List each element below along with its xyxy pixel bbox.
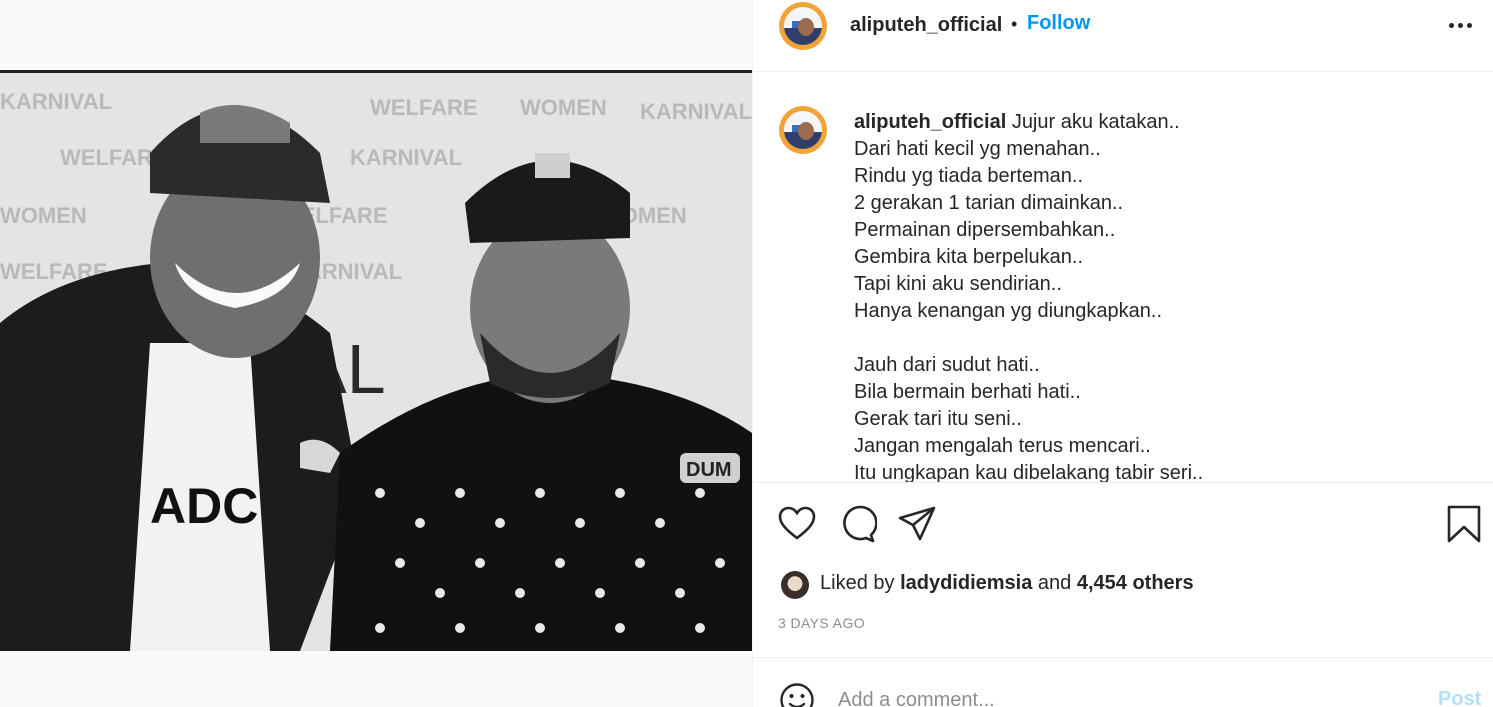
liker-avatar[interactable] <box>781 571 809 599</box>
caption-line: Dari hati kecil yg menahan.. <box>854 138 1101 160</box>
backdrop-logo: WOMEN <box>0 203 87 228</box>
caption-line: Gembira kita berpelukan.. <box>854 246 1084 268</box>
post-sidebar: aliputeh_official • Follow aliputeh_offi… <box>752 0 1493 707</box>
media-pane: KARNIVAL WELFARE WOMEN KARNIVAL WELFARE … <box>0 0 752 707</box>
author-username[interactable]: aliputeh_official <box>850 14 1002 37</box>
action-bar <box>753 482 1493 562</box>
follow-button[interactable]: Follow <box>1027 12 1090 35</box>
caption-line: aliputeh_official Jujur aku katakan.. <box>854 109 1454 136</box>
likes-conjunction: and <box>1037 572 1072 594</box>
heart-icon[interactable] <box>777 504 817 544</box>
caption-line: Permainan dipersembahkan.. <box>854 219 1116 241</box>
comment-input[interactable] <box>838 686 1398 707</box>
caption-line: Bila bermain berhati hati.. <box>854 381 1081 403</box>
caption-area: aliputeh_official Jujur aku katakan.. Da… <box>753 73 1493 482</box>
post-timestamp[interactable]: 3 DAYS AGO <box>778 615 865 631</box>
caption-line: Tapi kini aku sendirian.. <box>854 273 1062 295</box>
shirt-print: ADC <box>150 478 258 534</box>
caption-line: Itu ungkapan kau dibelakang tabir seri.. <box>854 462 1204 482</box>
bookmark-icon[interactable] <box>1444 504 1484 544</box>
backdrop-logo: WELFARE <box>370 95 478 120</box>
caption-line: Rindu yg tiada berteman.. <box>854 165 1084 187</box>
shirt-badge: DUM <box>686 459 732 481</box>
likes-summary: Liked by ladydidiemsia and 4,454 others <box>781 571 1471 599</box>
post-comment-button[interactable]: Post <box>1438 688 1481 707</box>
backdrop-logo: KARNIVAL <box>640 99 752 124</box>
liker-username[interactable]: ladydidiemsia <box>900 572 1032 594</box>
caption-line: 2 gerakan 1 tarian dimainkan.. <box>854 192 1124 214</box>
backdrop-logo: KARNIVAL <box>0 89 112 114</box>
post-header: aliputeh_official • Follow <box>753 0 1493 72</box>
caption-line: Jangan mengalah terus mencari.. <box>854 435 1151 457</box>
smiley-face-icon[interactable] <box>779 682 815 707</box>
comment-bar: Post <box>753 657 1493 707</box>
author-avatar[interactable] <box>779 2 827 50</box>
backdrop-logo: KARNIVAL <box>350 145 462 170</box>
more-options-icon[interactable] <box>1449 22 1473 30</box>
caption-line: Gerak tari itu seni.. <box>854 408 1022 430</box>
caption-avatar[interactable] <box>779 106 827 154</box>
photo-illustration: KARNIVAL WELFARE WOMEN KARNIVAL WELFARE … <box>0 73 752 651</box>
post-photo[interactable]: KARNIVAL WELFARE WOMEN KARNIVAL WELFARE … <box>0 70 752 651</box>
paper-plane-icon[interactable] <box>897 504 937 544</box>
caption-text: aliputeh_official Jujur aku katakan.. Da… <box>854 109 1454 482</box>
caption-username[interactable]: aliputeh_official <box>854 111 1006 133</box>
caption-line-text: Jujur aku katakan.. <box>1011 111 1180 133</box>
likes-others-count[interactable]: 4,454 others <box>1077 572 1194 594</box>
backdrop-logo: WOMEN <box>520 95 607 120</box>
caption-line: Hanya kenangan yg diungkapkan.. <box>854 300 1163 322</box>
comment-bubble-icon[interactable] <box>837 504 878 544</box>
likes-text: Liked by ladydidiemsia and 4,454 others <box>820 572 1194 595</box>
separator-dot: • <box>1011 14 1018 34</box>
likes-prefix: Liked by <box>820 572 895 594</box>
caption-line: Jauh dari sudut hati.. <box>854 354 1040 376</box>
